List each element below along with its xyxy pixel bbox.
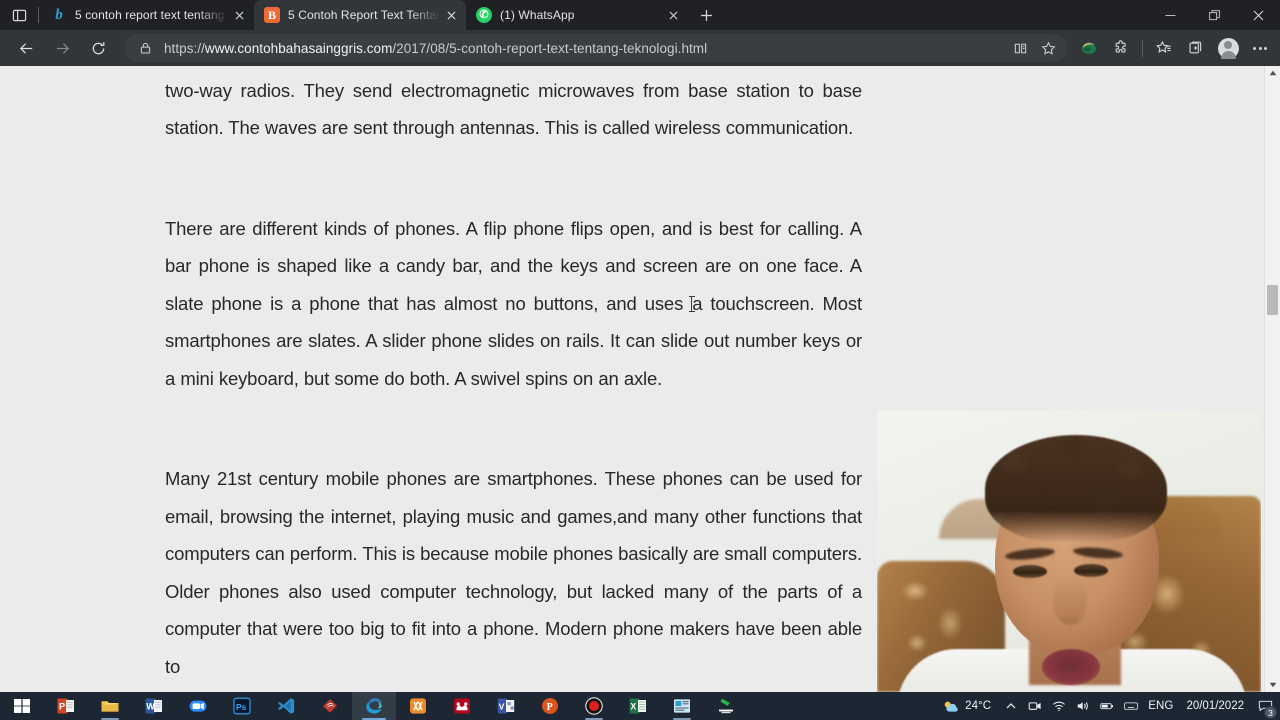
person-hair bbox=[985, 435, 1167, 543]
photoshop-icon[interactable]: Ps bbox=[220, 692, 264, 720]
browser-toolbar: https://www.contohbahasainggris.com/2017… bbox=[0, 30, 1280, 66]
svg-text:Ps: Ps bbox=[236, 702, 247, 712]
date-text: 20/01/2022 bbox=[1186, 699, 1244, 712]
vscode-icon[interactable] bbox=[264, 692, 308, 720]
page-scrollbar[interactable] bbox=[1264, 66, 1280, 692]
article-content: combines technologies, mainly telephone,… bbox=[165, 66, 862, 685]
language-text: ENG bbox=[1148, 700, 1174, 712]
language-indicator[interactable]: ENG bbox=[1143, 692, 1178, 720]
tab-title: 5 Contoh Report Text Tentang Te bbox=[288, 8, 440, 22]
tab-title: (1) WhatsApp bbox=[500, 8, 575, 22]
scroll-up-arrow-icon[interactable] bbox=[1265, 66, 1280, 80]
svg-text:W: W bbox=[146, 702, 155, 712]
tab-list-icon[interactable] bbox=[0, 0, 38, 30]
windows-taskbar: P W Ps V P X 24°C ENG 20/01/2022 3 bbox=[0, 692, 1280, 720]
url-text: https://www.contohbahasainggris.com/2017… bbox=[164, 41, 1006, 56]
svg-text:V: V bbox=[499, 702, 505, 712]
extensions-puzzle-icon[interactable] bbox=[1105, 33, 1137, 63]
person-mouth bbox=[1042, 649, 1100, 685]
refresh-icon[interactable] bbox=[80, 33, 116, 63]
paragraph-3: Many 21st century mobile phones are smar… bbox=[165, 468, 862, 677]
person-eye-right bbox=[1074, 564, 1108, 577]
address-bar[interactable]: https://www.contohbahasainggris.com/2017… bbox=[124, 34, 1067, 62]
add-favorite-star-icon[interactable] bbox=[1034, 35, 1062, 61]
svg-text:P: P bbox=[547, 702, 553, 713]
powerpoint-icon[interactable]: P bbox=[44, 692, 88, 720]
tab-strip: b 5 contoh report text tentang tekn B 5 … bbox=[0, 0, 1280, 30]
camera-icon[interactable] bbox=[1023, 692, 1047, 720]
publisher-icon[interactable] bbox=[660, 692, 704, 720]
weather-widget[interactable]: 24°C bbox=[937, 699, 999, 714]
file-explorer-icon[interactable] bbox=[88, 692, 132, 720]
whatsapp-icon: ✆ bbox=[476, 7, 492, 23]
tab-divider bbox=[38, 7, 39, 23]
notification-count: 3 bbox=[1264, 706, 1277, 719]
close-icon[interactable] bbox=[228, 4, 250, 26]
svg-text:X: X bbox=[630, 702, 636, 712]
minimize-icon[interactable] bbox=[1148, 0, 1192, 30]
new-tab-button[interactable] bbox=[692, 2, 720, 28]
filmora-icon[interactable] bbox=[704, 692, 748, 720]
temperature-text: 24°C bbox=[965, 700, 992, 712]
keyboard-icon[interactable] bbox=[1119, 692, 1143, 720]
back-arrow-icon[interactable] bbox=[8, 33, 44, 63]
browser-tab-1[interactable]: b 5 contoh report text tentang tekn bbox=[41, 0, 254, 30]
profile-avatar-icon[interactable] bbox=[1212, 33, 1244, 63]
paragraph-2: There are different kinds of phones. A f… bbox=[165, 210, 862, 398]
show-hidden-icons-chevron[interactable] bbox=[999, 692, 1023, 720]
close-icon[interactable] bbox=[1236, 0, 1280, 30]
wifi-icon[interactable] bbox=[1047, 692, 1071, 720]
word-icon[interactable]: W bbox=[132, 692, 176, 720]
close-icon[interactable] bbox=[662, 4, 684, 26]
svg-text:P: P bbox=[59, 702, 65, 712]
visio-icon[interactable]: V bbox=[484, 692, 528, 720]
lock-icon bbox=[137, 42, 154, 54]
edge-icon[interactable] bbox=[352, 692, 396, 720]
scrollbar-thumb[interactable] bbox=[1267, 285, 1278, 315]
mindmaster-icon[interactable] bbox=[440, 692, 484, 720]
camtasia-icon[interactable] bbox=[308, 692, 352, 720]
weather-cloud-sun-icon bbox=[944, 701, 958, 712]
forward-arrow-icon[interactable] bbox=[44, 33, 80, 63]
blogger-icon: B bbox=[264, 7, 280, 23]
toolbar-icons bbox=[1073, 33, 1280, 63]
bing-icon: b bbox=[55, 6, 63, 23]
prezi-icon[interactable]: P bbox=[528, 692, 572, 720]
text-cursor bbox=[688, 295, 695, 312]
ibm-extension-icon[interactable] bbox=[1073, 33, 1105, 63]
clock-date[interactable]: 20/01/2022 bbox=[1178, 692, 1252, 720]
webcam-video-overlay[interactable] bbox=[877, 411, 1261, 692]
xmind-icon[interactable] bbox=[396, 692, 440, 720]
restore-icon[interactable] bbox=[1192, 0, 1236, 30]
scroll-down-arrow-icon[interactable] bbox=[1265, 678, 1280, 692]
person-eye-left bbox=[1013, 565, 1047, 578]
browser-window: b 5 contoh report text tentang tekn B 5 … bbox=[0, 0, 1280, 720]
system-tray: 24°C ENG 20/01/2022 3 bbox=[937, 692, 1280, 720]
close-icon[interactable] bbox=[440, 4, 462, 26]
person-nose bbox=[1053, 577, 1087, 625]
favorites-star-list-icon[interactable] bbox=[1148, 33, 1180, 63]
collections-icon[interactable] bbox=[1180, 33, 1212, 63]
volume-icon[interactable] bbox=[1071, 692, 1095, 720]
url-path: /2017/08/5-contoh-report-text-tentang-te… bbox=[392, 40, 708, 56]
toolbar-divider bbox=[1142, 39, 1143, 57]
url-host: www.contohbahasainggris.com bbox=[204, 40, 393, 56]
window-controls bbox=[1148, 0, 1280, 30]
screen-recorder-icon[interactable] bbox=[572, 692, 616, 720]
paragraph-1: combines technologies, mainly telephone,… bbox=[165, 79, 862, 139]
browser-tab-2[interactable]: B 5 Contoh Report Text Tentang Te bbox=[254, 0, 466, 30]
browser-tab-3[interactable]: ✆ (1) WhatsApp bbox=[466, 0, 688, 30]
windows-start-icon[interactable] bbox=[0, 692, 44, 720]
read-aloud-icon[interactable] bbox=[1006, 35, 1034, 61]
settings-more-icon[interactable] bbox=[1244, 33, 1276, 63]
zoom-icon[interactable] bbox=[176, 692, 220, 720]
tab-title: 5 contoh report text tentang tekn bbox=[75, 8, 228, 22]
excel-icon[interactable]: X bbox=[616, 692, 660, 720]
battery-icon[interactable] bbox=[1095, 692, 1119, 720]
notifications-icon[interactable]: 3 bbox=[1252, 692, 1278, 720]
url-prefix: https:// bbox=[164, 40, 205, 56]
